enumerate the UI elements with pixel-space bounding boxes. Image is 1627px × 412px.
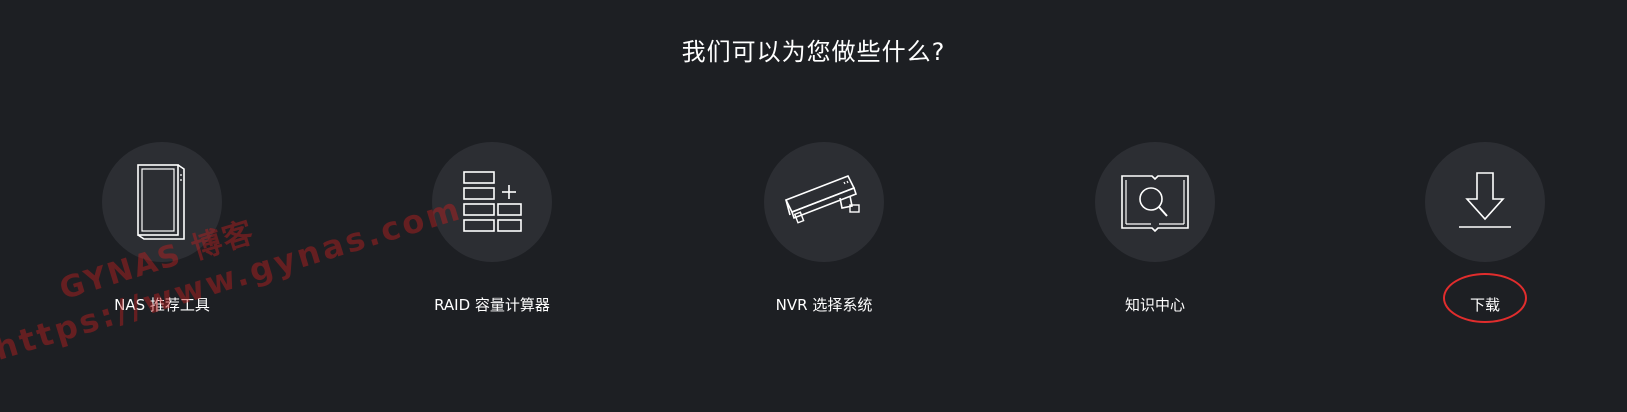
raid-calculator-link[interactable]: RAID 容量计算器 (382, 142, 602, 315)
nas-tool-icon-circle[interactable] (102, 142, 222, 262)
nvr-selector-link[interactable]: NVR 选择系统 (714, 142, 934, 315)
security-camera-icon (784, 174, 860, 224)
download-label[interactable]: 下载 (1375, 295, 1595, 315)
download-link[interactable]: 下载 (1375, 142, 1595, 315)
download-icon-circle[interactable] (1425, 142, 1545, 262)
nas-recommend-tool-link[interactable]: NAS 推荐工具 (52, 142, 272, 315)
raid-icon-circle[interactable] (432, 142, 552, 262)
knowledge-center-link[interactable]: 知识中心 (1045, 142, 1265, 315)
knowledge-center-label[interactable]: 知识中心 (1045, 295, 1265, 315)
nvr-icon-circle[interactable] (764, 142, 884, 262)
knowledge-book-search-icon (1121, 175, 1189, 233)
knowledge-icon-circle[interactable] (1095, 142, 1215, 262)
nas-tool-label[interactable]: NAS 推荐工具 (52, 295, 272, 315)
raid-calculator-icon (463, 171, 522, 232)
page-heading: 我们可以为您做些什么? (681, 38, 946, 66)
nvr-selector-label[interactable]: NVR 选择系统 (714, 295, 934, 315)
nas-tower-icon (137, 164, 185, 240)
raid-calculator-label[interactable]: RAID 容量计算器 (382, 295, 602, 315)
download-arrow-icon (1459, 172, 1511, 228)
